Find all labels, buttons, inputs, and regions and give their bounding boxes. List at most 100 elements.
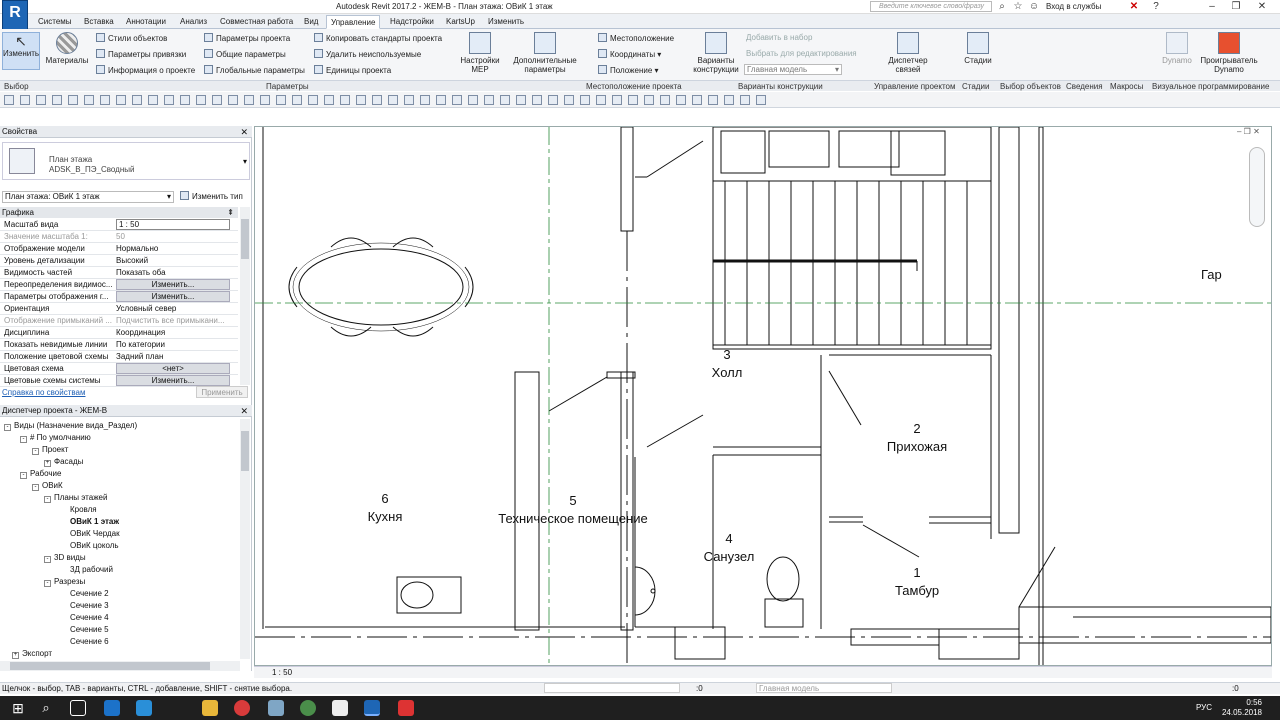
toolbar-tool-icon[interactable] [516, 95, 526, 105]
design-option-select[interactable]: Главная модель [756, 683, 892, 693]
pick-to-edit-button[interactable]: Выбрать для редактирования [746, 49, 857, 59]
tree-node[interactable]: - Проект [32, 444, 68, 455]
tree-node[interactable]: Сечение 3 [70, 600, 109, 611]
add-to-set-button[interactable]: Добавить в набор [746, 33, 812, 43]
modify-button[interactable]: ↖ Изменить [2, 32, 40, 70]
drawing-area[interactable]: 3 Холл 2 Прихожая 6 Кухня 5 Техническое помещен… [254, 126, 1272, 666]
restore-icon[interactable]: ❐ [1230, 1, 1242, 13]
tab-9[interactable]: KartsUp [442, 15, 479, 29]
toolbar-tool-icon[interactable] [52, 95, 62, 105]
additional-settings-button[interactable]: Дополнительные параметры [510, 32, 580, 74]
tab-10[interactable]: Изменить [484, 15, 528, 29]
property-value[interactable]: Координация [116, 327, 230, 339]
toolbar-tool-icon[interactable] [292, 95, 302, 105]
property-row[interactable]: Значение масштаба 1: 50 [0, 231, 238, 243]
property-value[interactable]: Изменить... [116, 279, 230, 290]
minimize-icon[interactable]: – [1206, 1, 1218, 13]
tab-2[interactable]: Вставка [80, 15, 118, 29]
workset-select[interactable] [544, 683, 680, 693]
toolbar-tool-icon[interactable] [132, 95, 142, 105]
snaps-button[interactable]: Параметры привязки [96, 49, 186, 60]
properties-scrollbar[interactable] [240, 207, 250, 385]
toolbar-tool-icon[interactable] [100, 95, 110, 105]
room-name[interactable]: Кухня [305, 509, 465, 525]
property-value[interactable]: Подчистить все примыкани... [116, 315, 230, 327]
toolbar-tool-icon[interactable] [612, 95, 622, 105]
edge-icon[interactable] [104, 700, 120, 716]
clock-date[interactable]: 24.05.2018 [1220, 708, 1262, 717]
collapse-icon[interactable]: - [20, 472, 27, 479]
project-units-button[interactable]: Единицы проекта [314, 65, 391, 76]
close-icon[interactable]: ✕ [240, 405, 248, 417]
toolbar-tool-icon[interactable] [484, 95, 494, 105]
tab-4[interactable]: Анализ [176, 15, 211, 29]
tree-node[interactable]: ОВиК цоколь [70, 540, 119, 551]
collapse-icon[interactable]: - [44, 556, 51, 563]
close-icon[interactable]: ✕ [240, 126, 248, 138]
toolbar-tool-icon[interactable] [500, 95, 510, 105]
property-value[interactable]: Показать оба [116, 267, 230, 279]
language-indicator[interactable]: РУС [1196, 703, 1212, 712]
toolbar-tool-icon[interactable] [548, 95, 558, 105]
property-row[interactable]: Ориентация Условный север [0, 303, 238, 315]
edit-type-button[interactable]: Изменить тип [180, 191, 243, 203]
property-row[interactable]: Видимость частей Показать оба [0, 267, 238, 279]
revit-taskbar-icon[interactable] [364, 700, 380, 716]
document-icon[interactable] [332, 700, 348, 716]
toolbar-tool-icon[interactable] [148, 95, 158, 105]
property-row[interactable]: Масштаб вида 1 : 50 [0, 219, 238, 231]
scrollbar-thumb[interactable] [241, 219, 249, 259]
toolbar-tool-icon[interactable] [676, 95, 686, 105]
yandex-icon[interactable] [234, 700, 250, 716]
tree-node[interactable]: -3D виды [44, 552, 86, 563]
exchange-icon[interactable]: ✕ [1128, 1, 1140, 13]
revit-logo-icon[interactable]: R [2, 0, 28, 30]
toolbar-tool-icon[interactable] [468, 95, 478, 105]
room-name[interactable]: Холл [647, 365, 807, 381]
browser-scrollbar[interactable] [240, 419, 250, 659]
global-params-button[interactable]: Глобальные параметры [204, 65, 305, 76]
windows-start-icon[interactable]: ⊞ [10, 700, 26, 716]
app-icon[interactable] [268, 700, 284, 716]
property-row[interactable]: Переопределения видимос... Изменить... [0, 279, 238, 291]
property-value[interactable]: Задний план [116, 351, 230, 363]
collapse-icon[interactable]: - [32, 448, 39, 455]
toolbar-tool-icon[interactable] [596, 95, 606, 105]
toolbar-tool-icon[interactable] [308, 95, 318, 105]
tab-1[interactable]: Системы [34, 15, 76, 29]
property-row[interactable]: Отображение примыканий ... Подчистить все… [0, 315, 238, 327]
clock-time[interactable]: 0:56 [1220, 698, 1262, 707]
collapse-icon[interactable]: - [4, 424, 11, 431]
transfer-standards-button[interactable]: Копировать стандарты проекта [314, 33, 442, 44]
user-icon[interactable]: ☺ [1028, 1, 1040, 13]
toolbar-tool-icon[interactable] [644, 95, 654, 105]
property-row[interactable]: Показать невидимые линии По категории [0, 339, 238, 351]
navigation-bar[interactable] [1249, 147, 1265, 227]
purge-button[interactable]: Удалить неиспользуемые [314, 49, 421, 60]
toolbar-tool-icon[interactable] [372, 95, 382, 105]
toolbar-tool-icon[interactable] [532, 95, 542, 105]
tree-node[interactable]: - Разрезы [44, 576, 85, 587]
properties-help-link[interactable]: Справка по свойствам [2, 388, 85, 397]
property-value[interactable]: По категории [116, 339, 230, 351]
tree-node[interactable]: Сечение 6 [70, 636, 109, 647]
property-value[interactable]: 1 : 50 [116, 219, 230, 230]
expand-icon[interactable]: + [12, 652, 19, 659]
toolbar-tool-icon[interactable] [68, 95, 78, 105]
type-selector[interactable]: План этажа ADSK_В_ПЭ_Сводный ▾ [2, 142, 250, 180]
tree-node[interactable]: ОВиК Чердак [70, 528, 120, 539]
tree-node[interactable]: ОВиК 1 этаж [70, 516, 119, 527]
toolbar-tool-icon[interactable] [116, 95, 126, 105]
toolbar-tool-icon[interactable] [452, 95, 462, 105]
tree-node[interactable]: Кровля [70, 504, 97, 515]
property-value[interactable]: Высокий [116, 255, 230, 267]
room-number[interactable]: 6 [305, 491, 465, 507]
tree-node[interactable]: - # По умолчанию [20, 432, 91, 443]
toolbar-tool-icon[interactable] [20, 95, 30, 105]
room-name[interactable]: Тамбур [837, 583, 997, 599]
toolbar-tool-icon[interactable] [340, 95, 350, 105]
toolbar-tool-icon[interactable] [708, 95, 718, 105]
property-row[interactable]: Цветовая схема <нет> [0, 363, 238, 375]
tree-node[interactable]: Сечение 2 [70, 588, 109, 599]
view-window-controls[interactable]: – ❐ ✕ [1237, 127, 1267, 139]
